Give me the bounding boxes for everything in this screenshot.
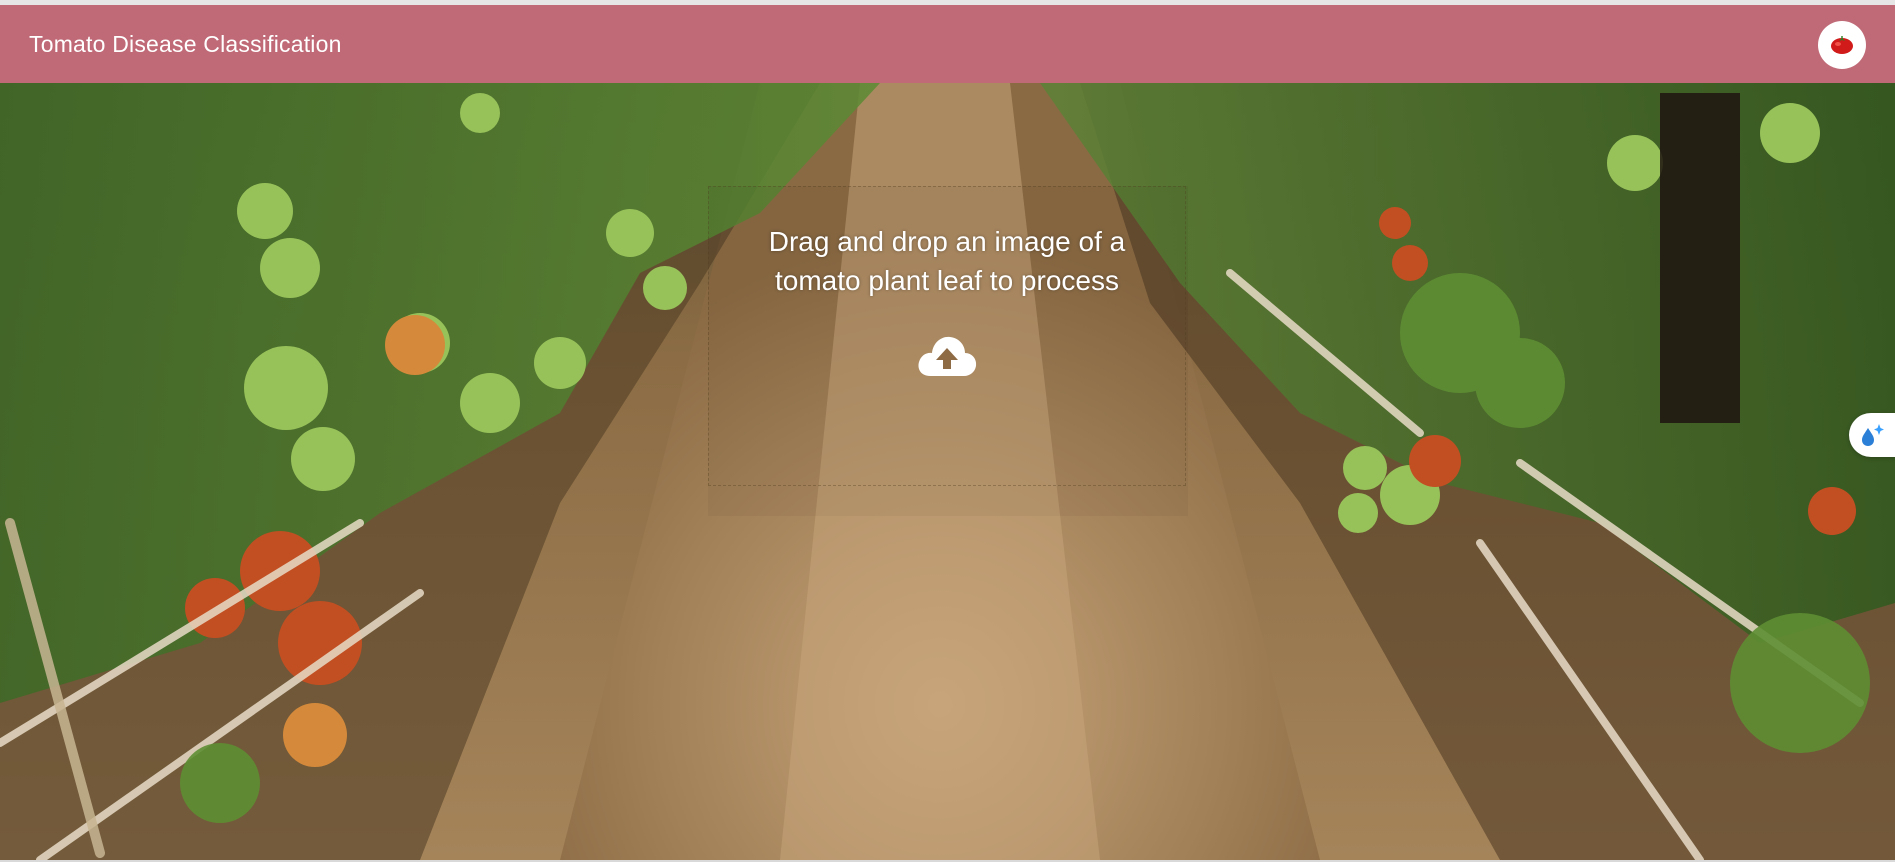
dropzone-line-2: tomato plant leaf to process <box>775 265 1119 296</box>
cloud-upload-icon[interactable] <box>916 334 978 378</box>
app-title: Tomato Disease Classification <box>29 31 342 57</box>
image-dropzone[interactable]: Drag and drop an image of a tomato plant… <box>708 186 1188 516</box>
sparkle-drop-icon <box>1862 424 1884 446</box>
app-bar: Tomato Disease Classification <box>0 5 1895 83</box>
tomato-logo-button[interactable] <box>1818 21 1866 69</box>
dropzone-line-1: Drag and drop an image of a <box>768 226 1126 257</box>
tomato-icon <box>1831 36 1853 54</box>
dropzone-instructions: Drag and drop an image of a tomato plant… <box>708 222 1186 300</box>
side-widget-tab[interactable] <box>1849 413 1895 457</box>
